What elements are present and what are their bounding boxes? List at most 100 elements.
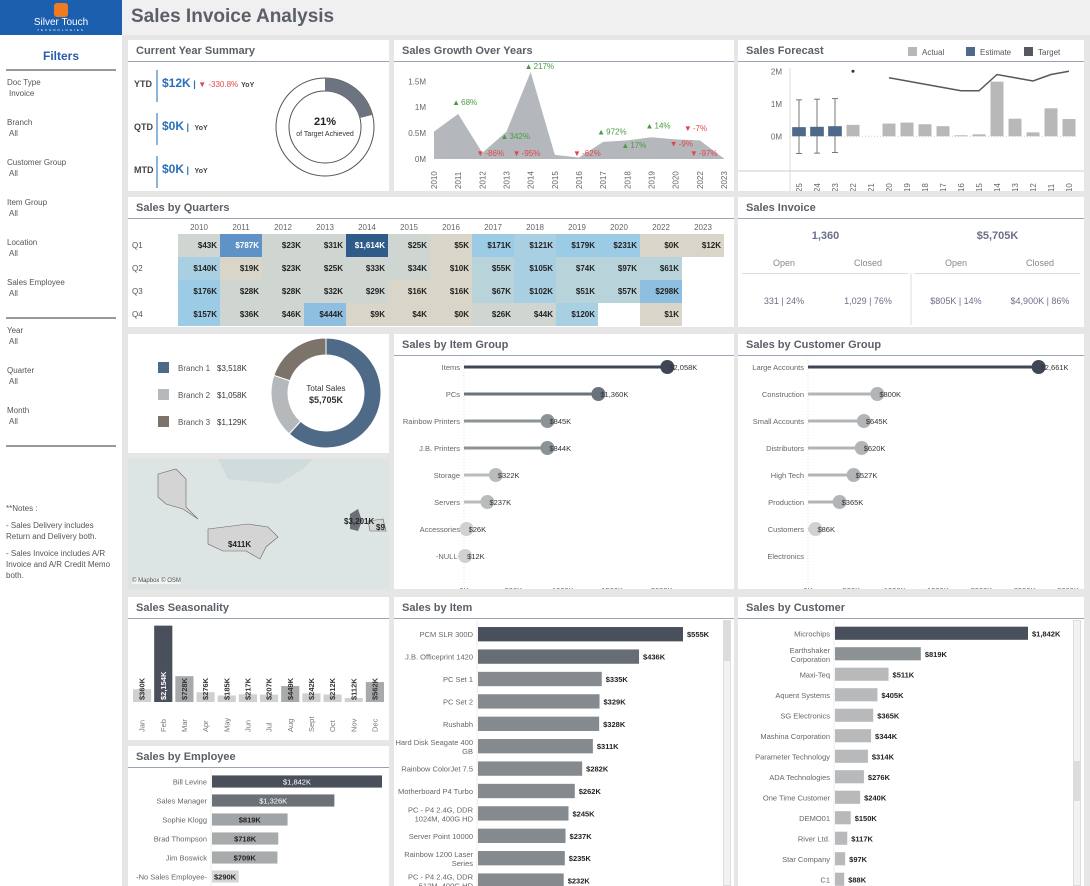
value-label: $845K [549, 417, 571, 426]
estimate-bar [792, 127, 806, 137]
category-label: DEMO01 [799, 814, 830, 823]
heatmap-cell[interactable]: $23K [262, 257, 304, 280]
scrollbar-thumb[interactable] [724, 621, 730, 661]
heatmap-cell[interactable]: $55K [472, 257, 514, 280]
heatmap-cell[interactable]: $102K [514, 280, 556, 303]
heatmap-cell[interactable]: $10K [430, 257, 472, 280]
filter-item-group[interactable]: Item Group All [7, 197, 116, 219]
yoy-change: ▼ [198, 80, 209, 89]
bar-value-label: $329K [604, 697, 627, 706]
category-label: PCs [446, 390, 460, 399]
value-label: $12K [467, 552, 485, 561]
heatmap-cell[interactable] [682, 257, 724, 280]
bar [835, 667, 889, 681]
filter-sales-employee[interactable]: Sales Employee All [7, 277, 116, 299]
item-group-chart: Items $2,058K PCs $1,360K Rainbow Printers $8… [403, 357, 697, 589]
heatmap-cell[interactable]: $31K [304, 234, 346, 257]
heatmap-cell[interactable]: $176K [178, 280, 220, 303]
bar-value-label: $237K [570, 832, 593, 841]
heatmap-cell[interactable]: $28K [220, 280, 262, 303]
heatmap-cell[interactable]: $1,614K [346, 234, 388, 257]
category-label: Small Accounts [753, 417, 805, 426]
filter-location[interactable]: Location All [7, 237, 116, 259]
heatmap-cell[interactable]: $105K [514, 257, 556, 280]
heatmap-cell[interactable]: $9K [346, 303, 388, 326]
category-label: PC - P4 2.4G, DDR [408, 873, 474, 882]
heatmap-cell[interactable]: $46K [262, 303, 304, 326]
customer-scrollbar[interactable] [1073, 620, 1081, 886]
heatmap-cell[interactable]: $25K [304, 257, 346, 280]
heatmap-cell[interactable]: $171K [472, 234, 514, 257]
filter-doc-type[interactable]: Doc Type Invoice [7, 77, 116, 99]
heatmap-cell[interactable]: $0K [430, 303, 472, 326]
bar [478, 761, 583, 776]
bar-value-label: $276K [201, 677, 210, 700]
heatmap-cell[interactable]: $121K [514, 234, 556, 257]
heatmap-cell[interactable] [682, 280, 724, 303]
up-arrow-icon: ▲ [525, 63, 533, 71]
note-line: - Sales Invoice includes A/R Invoice and… [6, 549, 111, 580]
heatmap-cell[interactable]: $444K [304, 303, 346, 326]
heatmap-cell[interactable]: $33K [346, 257, 388, 280]
heatmap-cell[interactable]: $4K [388, 303, 430, 326]
heatmap-cell[interactable]: $29K [346, 280, 388, 303]
filter-branch[interactable]: Branch All [7, 117, 116, 139]
heatmap-cell[interactable]: $26K [472, 303, 514, 326]
heatmap-cell[interactable]: $140K [178, 257, 220, 280]
actual-bar [936, 126, 950, 137]
heatmap-cell[interactable]: $28K [262, 280, 304, 303]
heatmap-cell[interactable]: $25K [388, 234, 430, 257]
x-tick-label: 2017 [599, 171, 608, 189]
heatmap-cell[interactable]: $32K [304, 280, 346, 303]
heatmap-row: Q4 $157K $36K $46K $444K $9K $4K $0K $26K $44K $12… [128, 303, 724, 326]
heatmap-cell[interactable]: $61K [640, 257, 682, 280]
heatmap-cell[interactable]: $5K [430, 234, 472, 257]
item-scrollbar[interactable] [723, 620, 731, 886]
actual-bar [882, 123, 896, 137]
heatmap-cell[interactable]: $231K [598, 234, 640, 257]
filter-year[interactable]: Year All [7, 325, 116, 347]
growth-annotation: 217% [534, 63, 554, 71]
category-label-cont: 1024M, 400G HD [415, 814, 474, 823]
heatmap-cell[interactable]: $97K [598, 257, 640, 280]
heatmap-cell[interactable]: $51K [556, 280, 598, 303]
scrollbar-thumb[interactable] [1074, 761, 1080, 801]
filter-quarter[interactable]: Quarter All [7, 365, 116, 387]
heatmap-cell[interactable]: $34K [388, 257, 430, 280]
heatmap-cell[interactable]: $787K [220, 234, 262, 257]
x-tick-label: 2011 [454, 171, 463, 189]
y-tick-label: 0M [771, 132, 782, 141]
filter-month[interactable]: Month All [7, 405, 116, 427]
heatmap-cell[interactable]: $44K [514, 303, 556, 326]
company-logo: Silver Touch TECHNOLOGIES [0, 0, 122, 35]
heatmap-cell[interactable]: $12K [682, 234, 724, 257]
heatmap-cell[interactable]: $43K [178, 234, 220, 257]
heatmap-cell[interactable]: $120K [556, 303, 598, 326]
heatmap-cell[interactable]: $19K [220, 257, 262, 280]
heatmap-cell[interactable]: $23K [262, 234, 304, 257]
heatmap-cell[interactable]: $57K [598, 280, 640, 303]
actual-bar [1008, 118, 1022, 137]
category-label: Large Accounts [752, 363, 804, 372]
category-label: Bill Levine [173, 778, 207, 787]
heatmap-cell[interactable]: $298K [640, 280, 682, 303]
heatmap-cell[interactable] [598, 303, 640, 326]
x-tick-label: 2020 [672, 171, 681, 189]
sales-invoice-panel: Sales Invoice 1,360 $5,705K Open Closed … [738, 197, 1084, 327]
heatmap-cell[interactable]: $16K [388, 280, 430, 303]
down-arrow-icon: ▼ [476, 149, 484, 158]
heatmap-cell[interactable]: $74K [556, 257, 598, 280]
filter-customer-group[interactable]: Customer Group All [7, 157, 116, 179]
heatmap-cell[interactable]: $179K [556, 234, 598, 257]
heatmap-cell[interactable]: $157K [178, 303, 220, 326]
heatmap-cell[interactable]: $1K [640, 303, 682, 326]
sales-map[interactable]: $411K $3,201K $9 © Mapbox © OSM [128, 459, 389, 589]
heatmap-cell[interactable]: $36K [220, 303, 262, 326]
growth-annotation: -97% [699, 149, 718, 158]
heatmap-cell[interactable]: $16K [430, 280, 472, 303]
heatmap-cell[interactable]: $67K [472, 280, 514, 303]
heatmap-cell[interactable]: $0K [640, 234, 682, 257]
heatmap-header: 2010 2011 2012 2013 2014 2015 2016 2017 2018 2019… [128, 221, 724, 234]
customer-group-chart: Large Accounts $2,661K Construction $800K Sm… [752, 357, 1079, 589]
heatmap-cell[interactable] [682, 303, 724, 326]
